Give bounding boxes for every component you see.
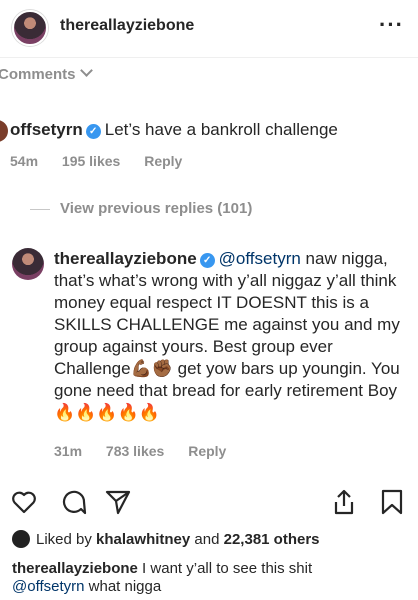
liker-avatar [12, 530, 30, 548]
comments-toggle[interactable]: Comments [0, 64, 93, 83]
bookmark-icon[interactable] [378, 488, 406, 516]
emoji-fire: 🔥🔥🔥🔥🔥 [54, 403, 160, 422]
verified-badge-icon: ✓ [85, 124, 101, 139]
caption-username[interactable]: thereallayziebone [12, 560, 138, 577]
reply-reply-button[interactable]: Reply [188, 443, 226, 459]
caption-mention[interactable]: @offsetyrn [12, 578, 84, 595]
comment1-meta: 54m 195 likes Reply [10, 153, 202, 169]
view-previous-replies[interactable]: View previous replies (101) [30, 200, 252, 217]
comments-toggle-label: Comments [0, 66, 76, 83]
emoji-flexed-biceps: 💪🏾 [130, 359, 152, 378]
post-caption: thereallayziebone I want y’all to see th… [12, 560, 408, 596]
comment1-likes[interactable]: 195 likes [62, 153, 120, 169]
post-header: thereallayziebone ··· [0, 0, 418, 58]
caption-text: I want y’all to see this shit [137, 560, 313, 577]
emoji-raised-fist: ✊🏾 [151, 359, 173, 378]
reply-meta: 31m 783 likes Reply [54, 443, 246, 459]
comment1-reply-button[interactable]: Reply [144, 153, 182, 169]
reply-comment: thereallayziebone ✓ @offsetyrn naw nigga, … [54, 248, 406, 424]
comment-username[interactable]: offsetyrn [10, 120, 83, 139]
header-username[interactable]: thereallayziebone [60, 17, 194, 35]
liked-by-and: and [190, 531, 224, 548]
reply-avatar[interactable] [12, 248, 44, 280]
comment-offsetyrn: offsetyrn ✓ Let’s have a bankroll challeng… [10, 120, 338, 140]
reply-time: 31m [54, 443, 83, 459]
caption-text-2: what nigga [84, 578, 162, 595]
heart-icon[interactable] [10, 488, 38, 516]
liked-by: Liked by khalawhitney and 22,381 others [12, 530, 320, 548]
verified-badge-icon: ✓ [199, 253, 215, 268]
view-previous-label: View previous replies (101) [60, 200, 253, 217]
reply-mention[interactable]: @offsetyrn [219, 249, 301, 268]
comment-text: Let’s have a bankroll challenge [104, 120, 338, 139]
likes-count[interactable]: 22,381 others [224, 531, 320, 548]
action-bar [0, 488, 418, 518]
upload-icon[interactable] [330, 488, 358, 516]
divider-line [30, 208, 50, 210]
reply-username[interactable]: thereallayziebone [54, 249, 197, 268]
comment1-time: 54m [10, 153, 39, 169]
comment-avatar-partial [0, 120, 8, 142]
liker-username[interactable]: khalawhitney [96, 531, 190, 548]
liked-by-prefix: Liked by [36, 531, 97, 548]
reply-likes[interactable]: 783 likes [106, 443, 164, 459]
chevron-down-icon [79, 64, 93, 77]
profile-avatar[interactable] [12, 10, 48, 46]
more-options-icon[interactable]: ··· [379, 12, 404, 38]
comment-icon[interactable] [60, 488, 88, 516]
share-icon[interactable] [104, 488, 132, 516]
